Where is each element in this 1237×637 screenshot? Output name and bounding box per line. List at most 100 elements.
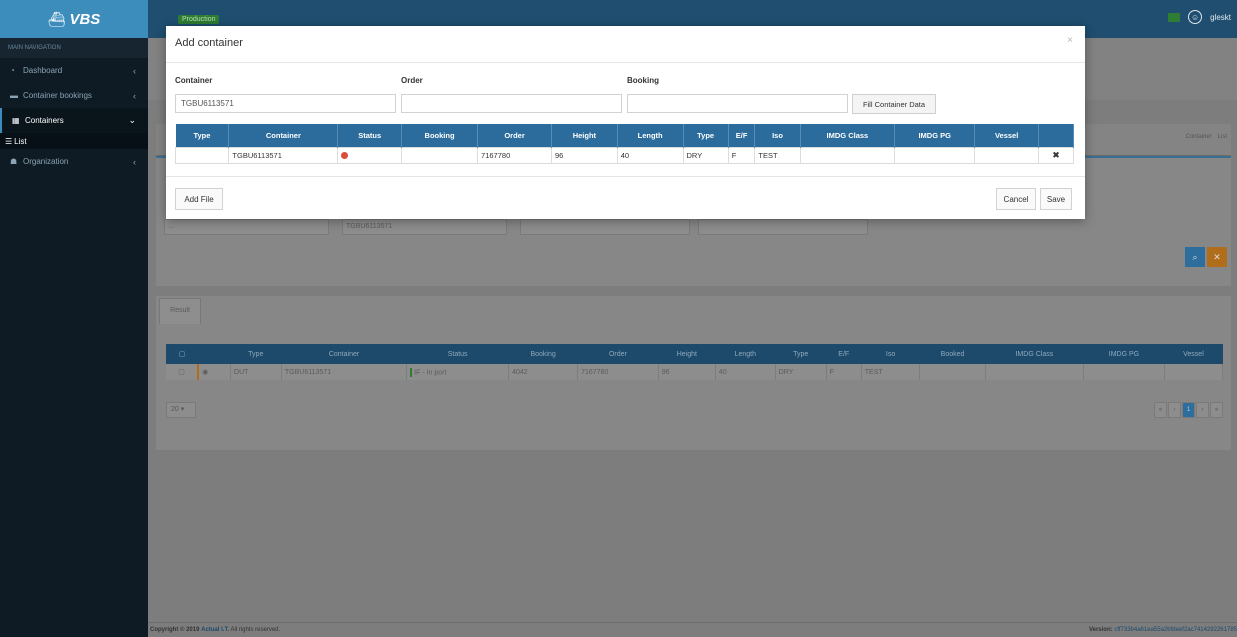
cell-height: 96 [551,146,618,164]
column-header[interactable]: Type [775,344,827,364]
clear-button[interactable]: ✕ [1207,247,1227,267]
column-header[interactable]: IMDG Class [985,344,1084,364]
chevron-left-icon: ‹ [133,65,136,76]
select-all-checkbox[interactable]: ▢ [166,344,199,364]
column-header: Container [228,124,339,147]
cell-type2: DRY [682,146,729,164]
cell-vessel [974,146,1039,164]
sidebar-item-organization[interactable]: ☗ Organization ‹ [0,149,148,174]
cell-type2: DRY [775,364,827,380]
sidebar-item-container-bookings[interactable]: ▬ Container bookings ‹ [0,83,148,108]
last-page-button[interactable]: » [1210,402,1223,418]
fill-container-data-button[interactable]: Fill Container Data [852,94,936,114]
cell-ef: F [826,364,862,380]
next-page-button[interactable]: › [1196,402,1209,418]
add-container-modal: Add container × Container Order Booking … [166,26,1085,219]
copyright-prefix: Copyright © 2019 [150,627,200,633]
prev-page-button[interactable]: ‹ [1168,402,1181,418]
filter-field-4[interactable] [698,219,868,235]
table-header-row: Type Container Status Booking Order Heig… [175,124,1075,147]
cell-order: 7167780 [577,364,659,380]
cell-status: IF - In port [406,364,510,380]
users-icon: ☗ [10,157,18,166]
remove-row-icon[interactable]: ✖ [1037,146,1075,164]
table-header-row: ▢ Type Container Status Booking Order He… [166,344,1223,364]
column-header[interactable]: Status [406,344,509,364]
divider [166,176,1085,177]
order-field[interactable] [401,94,622,113]
nav-header: MAIN NAVIGATION [0,38,148,58]
booking-label: Booking [627,76,659,85]
cell-imdg-class [799,146,896,164]
cell-order: 7167780 [477,146,553,164]
folder-icon: ▬ [10,91,18,100]
sidebar: ⛴ VBS MAIN NAVIGATION ◔ Dashboard ‹ ▬ Co… [0,0,148,637]
column-header[interactable]: Height [658,344,716,364]
table-row[interactable]: ▢ ◉ OUT TGBU6113571 IF - In port 4042 71… [166,364,1224,380]
inbox-icon[interactable] [1168,12,1181,22]
first-page-button[interactable]: « [1154,402,1167,418]
booking-field[interactable] [627,94,848,113]
cancel-button[interactable]: Cancel [996,188,1036,210]
column-header[interactable]: Container [281,344,407,364]
column-header [198,344,231,364]
username[interactable]: gleskt [1210,13,1231,22]
cell-type: OUT [230,364,282,380]
version-label: Version: [1088,627,1113,633]
column-header[interactable]: Vessel [1164,344,1223,364]
column-header: Order [477,124,553,147]
cell-vessel [1164,364,1224,380]
column-header: Iso [754,124,801,147]
status-dot-icon [341,152,349,160]
column-header[interactable]: Iso [861,344,920,364]
view-list-button[interactable]: List [1218,134,1227,140]
sidebar-item-containers[interactable]: ▦ Containers ⌄ [0,108,148,133]
result-table: ▢ Type Container Status Booking Order He… [166,344,1224,380]
column-header[interactable]: Length [715,344,776,364]
search-button[interactable]: ⌕ [1185,247,1205,267]
sidebar-subitem-label: List [14,136,27,146]
logo[interactable]: ⛴ VBS [0,0,148,38]
version-hash: cff733b4a61ea55a2bfdeef2ac7414292261785 [1114,627,1237,633]
user-avatar-icon[interactable]: ☺ [1188,10,1203,24]
sidebar-item-dashboard[interactable]: ◔ Dashboard ‹ [0,58,148,83]
save-button[interactable]: Save [1040,188,1072,210]
table-row[interactable]: TGBU6113571 7167780 96 40 DRY F TEST ✖ [174,146,1075,164]
page-size-select[interactable]: 20 ▾ [166,402,196,418]
container-label: Container [175,76,213,85]
add-file-button[interactable]: Add File [175,188,223,210]
view-toggle: Container List [1186,134,1227,140]
filter-field-3[interactable] [520,219,690,235]
chevron-left-icon: ‹ [133,156,136,167]
column-header: Type [683,124,729,147]
column-header[interactable]: Order [577,344,659,364]
column-header[interactable]: Booked [919,344,986,364]
environment-badge: Production [178,15,220,24]
company-link[interactable]: Actual I.T. [201,627,229,633]
view-container-button[interactable]: Container [1186,134,1212,140]
row-checkbox[interactable]: ▢ [166,364,199,380]
column-header [1038,124,1075,147]
brand-name: VBS [69,10,101,28]
cell-status [337,146,403,164]
column-header[interactable]: Booking [508,344,578,364]
column-header[interactable]: IMDG PG [1083,344,1165,364]
cell-imdg-class [985,364,1085,380]
chevron-left-icon: ‹ [133,90,136,101]
page-size-value: 20 [171,406,179,413]
close-icon[interactable]: × [1067,35,1073,46]
modal-title: Add container [175,37,243,49]
filter-container-input[interactable]: TGBU6113571 [342,219,507,235]
filter-type-select[interactable]: … [164,219,329,235]
tab-result[interactable]: Result [159,298,201,324]
column-header[interactable]: Type [230,344,282,364]
result-panel: Result ▢ Type Container Status Booking O… [156,296,1231,450]
current-page-button[interactable]: 1 [1182,402,1195,418]
cell-ef: F [727,146,756,164]
view-icon[interactable]: ◉ [197,364,231,380]
container-field[interactable] [175,94,396,113]
sidebar-subitem-list[interactable]: ☰ List [0,133,148,149]
close-icon: ✕ [1213,251,1221,262]
column-header[interactable]: E/F [826,344,862,364]
search-icon: ⌕ [1192,251,1198,262]
